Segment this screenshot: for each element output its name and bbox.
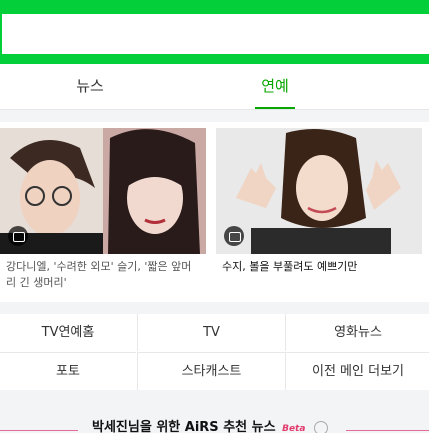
decorative-line (0, 430, 78, 431)
link-starcast[interactable]: 스타캐스트 (137, 352, 285, 390)
photo-thumbnail (0, 128, 206, 254)
camera-icon (224, 226, 244, 246)
info-icon[interactable] (313, 420, 328, 433)
link-tv[interactable]: TV (137, 314, 285, 351)
celebrity-photo (216, 128, 422, 254)
photo-card[interactable]: 수지, 볼을 부풀려도 예쁘기만 (216, 128, 422, 275)
active-tab-indicator (255, 107, 295, 109)
decorative-line (346, 430, 429, 431)
search-header (0, 0, 429, 64)
divider-band (0, 302, 429, 314)
photo-caption: 강다니엘, '수려한 외모' 슬기, '짧은 앞머리 긴 생머리' (6, 260, 192, 289)
tab-news[interactable]: 뉴스 (0, 64, 180, 109)
tab-entertainment-label: 연예 (261, 77, 289, 95)
celebrity-photo (0, 128, 206, 254)
tab-entertainment[interactable]: 연예 (255, 64, 295, 109)
airs-recommend-header: 박세진님을 위한 AiRS 추천 뉴스 Beta (0, 412, 429, 433)
photo-news-cards: 강다니엘, '수려한 외모' 슬기, '짧은 앞머리 긴 생머리' 수지, 볼을… (0, 122, 429, 302)
link-movie-news[interactable]: 영화뉴스 (285, 314, 429, 351)
beta-badge: Beta (282, 424, 306, 433)
photo-caption: 수지, 볼을 부풀려도 예쁘기만 (222, 260, 358, 273)
link-tv-entertainment-home[interactable]: TV연예홈 (0, 314, 136, 351)
recommend-title: 박세진님을 위한 AiRS 추천 뉴스 Beta (92, 416, 328, 433)
link-photo[interactable]: 포토 (0, 352, 136, 390)
recommend-title-text: 박세진님을 위한 AiRS 추천 뉴스 (92, 420, 276, 433)
link-previous-main-more[interactable]: 이전 메인 더보기 (285, 352, 429, 390)
entertainment-link-grid: TV연예홈 TV 영화뉴스 포토 스타캐스트 이전 메인 더보기 (0, 314, 429, 390)
divider-band (0, 110, 429, 122)
camera-icon (8, 226, 28, 246)
photo-card[interactable]: 강다니엘, '수려한 외모' 슬기, '짧은 앞머리 긴 생머리' (0, 128, 206, 291)
section-tabs: 뉴스 연예 (0, 64, 429, 110)
search-input[interactable] (2, 14, 429, 54)
photo-thumbnail (216, 128, 422, 254)
